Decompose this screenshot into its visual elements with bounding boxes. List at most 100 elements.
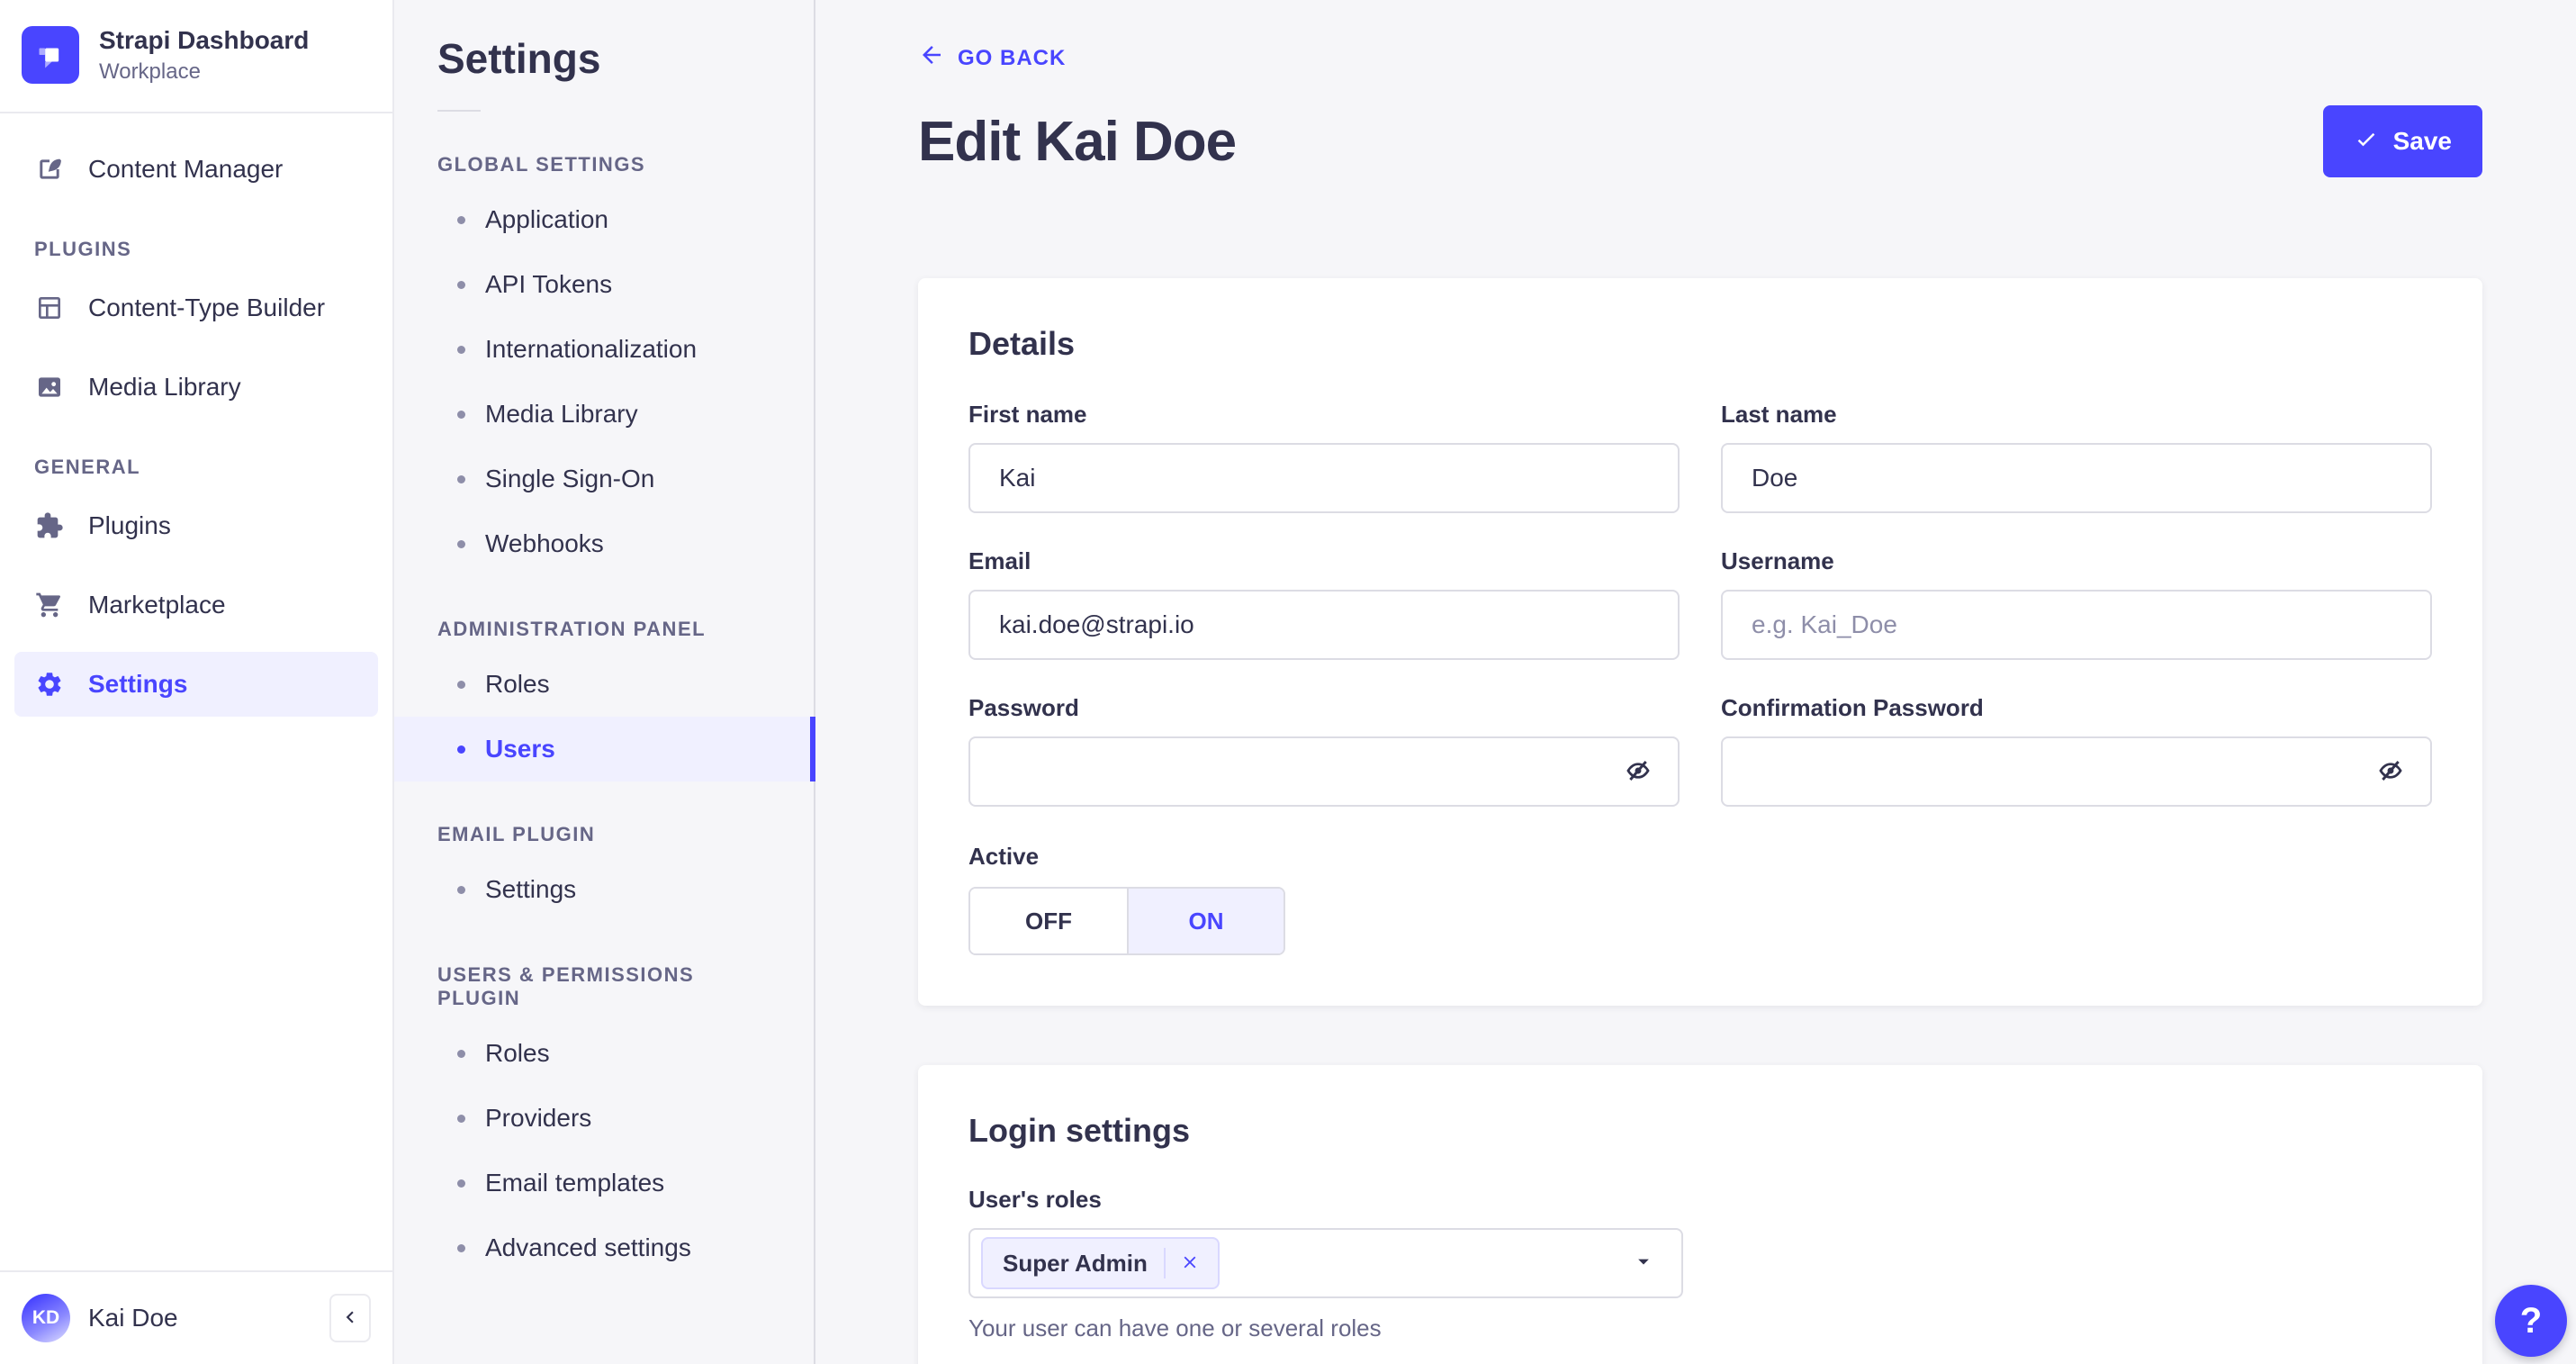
bullet-icon bbox=[457, 345, 465, 354]
remove-role-button[interactable] bbox=[1163, 1248, 1214, 1278]
subnav-item-label: Media Library bbox=[485, 400, 638, 428]
email-group: Email bbox=[968, 547, 1680, 660]
password-group: Password bbox=[968, 694, 1680, 807]
subnav-item-up-roles[interactable]: Roles bbox=[394, 1021, 814, 1086]
puzzle-icon bbox=[34, 510, 65, 541]
last-name-field[interactable] bbox=[1721, 443, 2432, 513]
bullet-icon bbox=[457, 1179, 465, 1188]
bullet-icon bbox=[457, 410, 465, 419]
active-on-button[interactable]: ON bbox=[1127, 889, 1283, 953]
brand-title: Strapi Dashboard bbox=[99, 26, 310, 54]
user-roles-select[interactable]: Super Admin bbox=[968, 1228, 1683, 1298]
eye-off-icon bbox=[2376, 756, 2405, 788]
username-group: Username bbox=[1721, 547, 2432, 660]
subnav-item-admin-roles[interactable]: Roles bbox=[394, 652, 814, 717]
subnav-item-label: Roles bbox=[485, 1039, 550, 1067]
go-back-label: GO BACK bbox=[958, 45, 1067, 70]
sidebar-item-label: Marketplace bbox=[88, 590, 226, 619]
sidebar-section-plugins: PLUGINS bbox=[34, 237, 132, 260]
confirmation-password-field[interactable] bbox=[1721, 736, 2432, 807]
subnav-item-email-templates[interactable]: Email templates bbox=[394, 1151, 814, 1215]
sidebar-item-content-type-builder[interactable]: Content-Type Builder bbox=[14, 276, 378, 340]
bullet-icon bbox=[457, 745, 465, 754]
subnav-item-advanced-settings[interactable]: Advanced settings bbox=[394, 1215, 814, 1280]
role-chip-label: Super Admin bbox=[1003, 1249, 1148, 1277]
brand-home-link[interactable]: Strapi Dashboard Workplace bbox=[0, 0, 392, 112]
avatar[interactable]: KD bbox=[22, 1294, 70, 1342]
details-title: Details bbox=[968, 325, 1076, 362]
role-chip: Super Admin bbox=[981, 1237, 1220, 1289]
divider bbox=[437, 110, 481, 112]
sidebar-item-content-manager[interactable]: Content Manager bbox=[14, 137, 378, 202]
sidebar-item-label: Media Library bbox=[88, 372, 241, 401]
main-sidebar: Strapi Dashboard Workplace Content Manag… bbox=[0, 0, 394, 1364]
bullet-icon bbox=[457, 1049, 465, 1058]
bullet-icon bbox=[457, 1243, 465, 1252]
close-icon bbox=[1180, 1252, 1200, 1275]
subnav-item-label: Settings bbox=[485, 875, 577, 903]
username-field[interactable] bbox=[1721, 590, 2432, 660]
user-name: Kai Doe bbox=[88, 1304, 178, 1332]
sidebar-footer: KD Kai Doe bbox=[0, 1270, 392, 1364]
subnav-item-label: Single Sign-On bbox=[485, 465, 655, 492]
feather-pen-icon bbox=[34, 154, 65, 185]
subnav-item-api-tokens[interactable]: API Tokens bbox=[394, 252, 814, 317]
bullet-icon bbox=[457, 280, 465, 289]
details-form: First name Last name Email Username Pass… bbox=[968, 401, 2432, 807]
bullet-icon bbox=[457, 539, 465, 548]
eye-off-icon bbox=[1624, 756, 1653, 788]
subnav-item-media-library[interactable]: Media Library bbox=[394, 382, 814, 447]
bullet-icon bbox=[457, 885, 465, 894]
subnav-item-label: Advanced settings bbox=[485, 1233, 691, 1261]
subnav-item-single-sign-on[interactable]: Single Sign-On bbox=[394, 447, 814, 511]
toggle-confirmation-visibility-button[interactable] bbox=[2373, 754, 2409, 790]
bullet-icon bbox=[457, 680, 465, 689]
bullet-icon bbox=[457, 1114, 465, 1123]
subnav-section-global-settings: GLOBAL SETTINGS bbox=[437, 153, 646, 176]
sidebar-item-settings[interactable]: Settings bbox=[14, 651, 378, 717]
collapse-sidebar-button[interactable] bbox=[329, 1294, 371, 1342]
confirmation-password-label: Confirmation Password bbox=[1721, 694, 1984, 721]
subnav-item-admin-users[interactable]: Users bbox=[394, 717, 815, 781]
sidebar-item-marketplace[interactable]: Marketplace bbox=[14, 573, 378, 637]
go-back-link[interactable]: GO BACK bbox=[918, 41, 1066, 75]
active-off-button[interactable]: OFF bbox=[970, 889, 1127, 953]
first-name-group: First name bbox=[968, 401, 1680, 513]
user-roles-label: User's roles bbox=[968, 1186, 1102, 1213]
sidebar-item-label: Content Manager bbox=[88, 154, 284, 183]
subnav-item-webhooks[interactable]: Webhooks bbox=[394, 511, 814, 576]
email-field[interactable] bbox=[968, 590, 1680, 660]
subnav-item-application[interactable]: Application bbox=[394, 187, 814, 252]
gear-icon bbox=[34, 669, 65, 700]
brand-text: Strapi Dashboard Workplace bbox=[99, 25, 309, 85]
brand-subtitle: Workplace bbox=[99, 59, 201, 84]
user-roles-group: User's roles Super Admin Your user can h… bbox=[968, 1186, 1683, 1342]
subnav-item-internationalization[interactable]: Internationalization bbox=[394, 317, 814, 382]
password-field[interactable] bbox=[968, 736, 1680, 807]
subnav-section-email-plugin: EMAIL PLUGIN bbox=[437, 823, 596, 845]
sidebar-item-plugins[interactable]: Plugins bbox=[14, 493, 378, 558]
subnav-item-label: Users bbox=[485, 735, 555, 763]
subnav-section-administration-panel: ADMINISTRATION PANEL bbox=[437, 618, 707, 640]
subnav-item-label: Application bbox=[485, 205, 608, 233]
cart-icon bbox=[34, 590, 65, 620]
subnav-item-email-settings[interactable]: Settings bbox=[394, 857, 814, 922]
email-label: Email bbox=[968, 547, 1031, 574]
subnav-item-providers[interactable]: Providers bbox=[394, 1086, 814, 1151]
grid-icon bbox=[34, 293, 65, 323]
roles-helper-text: Your user can have one or several roles bbox=[968, 1314, 1382, 1341]
username-label: Username bbox=[1721, 547, 1834, 574]
subnav-item-label: Roles bbox=[485, 670, 550, 698]
save-button[interactable]: Save bbox=[2322, 105, 2482, 177]
subnav-item-label: Internationalization bbox=[485, 335, 698, 363]
sidebar-item-media-library[interactable]: Media Library bbox=[14, 355, 378, 420]
login-settings-title: Login settings bbox=[968, 1112, 1190, 1149]
help-button[interactable]: ? bbox=[2495, 1285, 2567, 1357]
toggle-password-visibility-button[interactable] bbox=[1620, 754, 1656, 790]
last-name-group: Last name bbox=[1721, 401, 2432, 513]
subnav-item-label: Providers bbox=[485, 1104, 592, 1132]
image-icon bbox=[34, 372, 65, 402]
first-name-field[interactable] bbox=[968, 443, 1680, 513]
subnav-section-users-permissions-plugin: USERS & PERMISSIONS PLUGIN bbox=[437, 963, 695, 1009]
subnav-title: Settings bbox=[437, 35, 601, 82]
